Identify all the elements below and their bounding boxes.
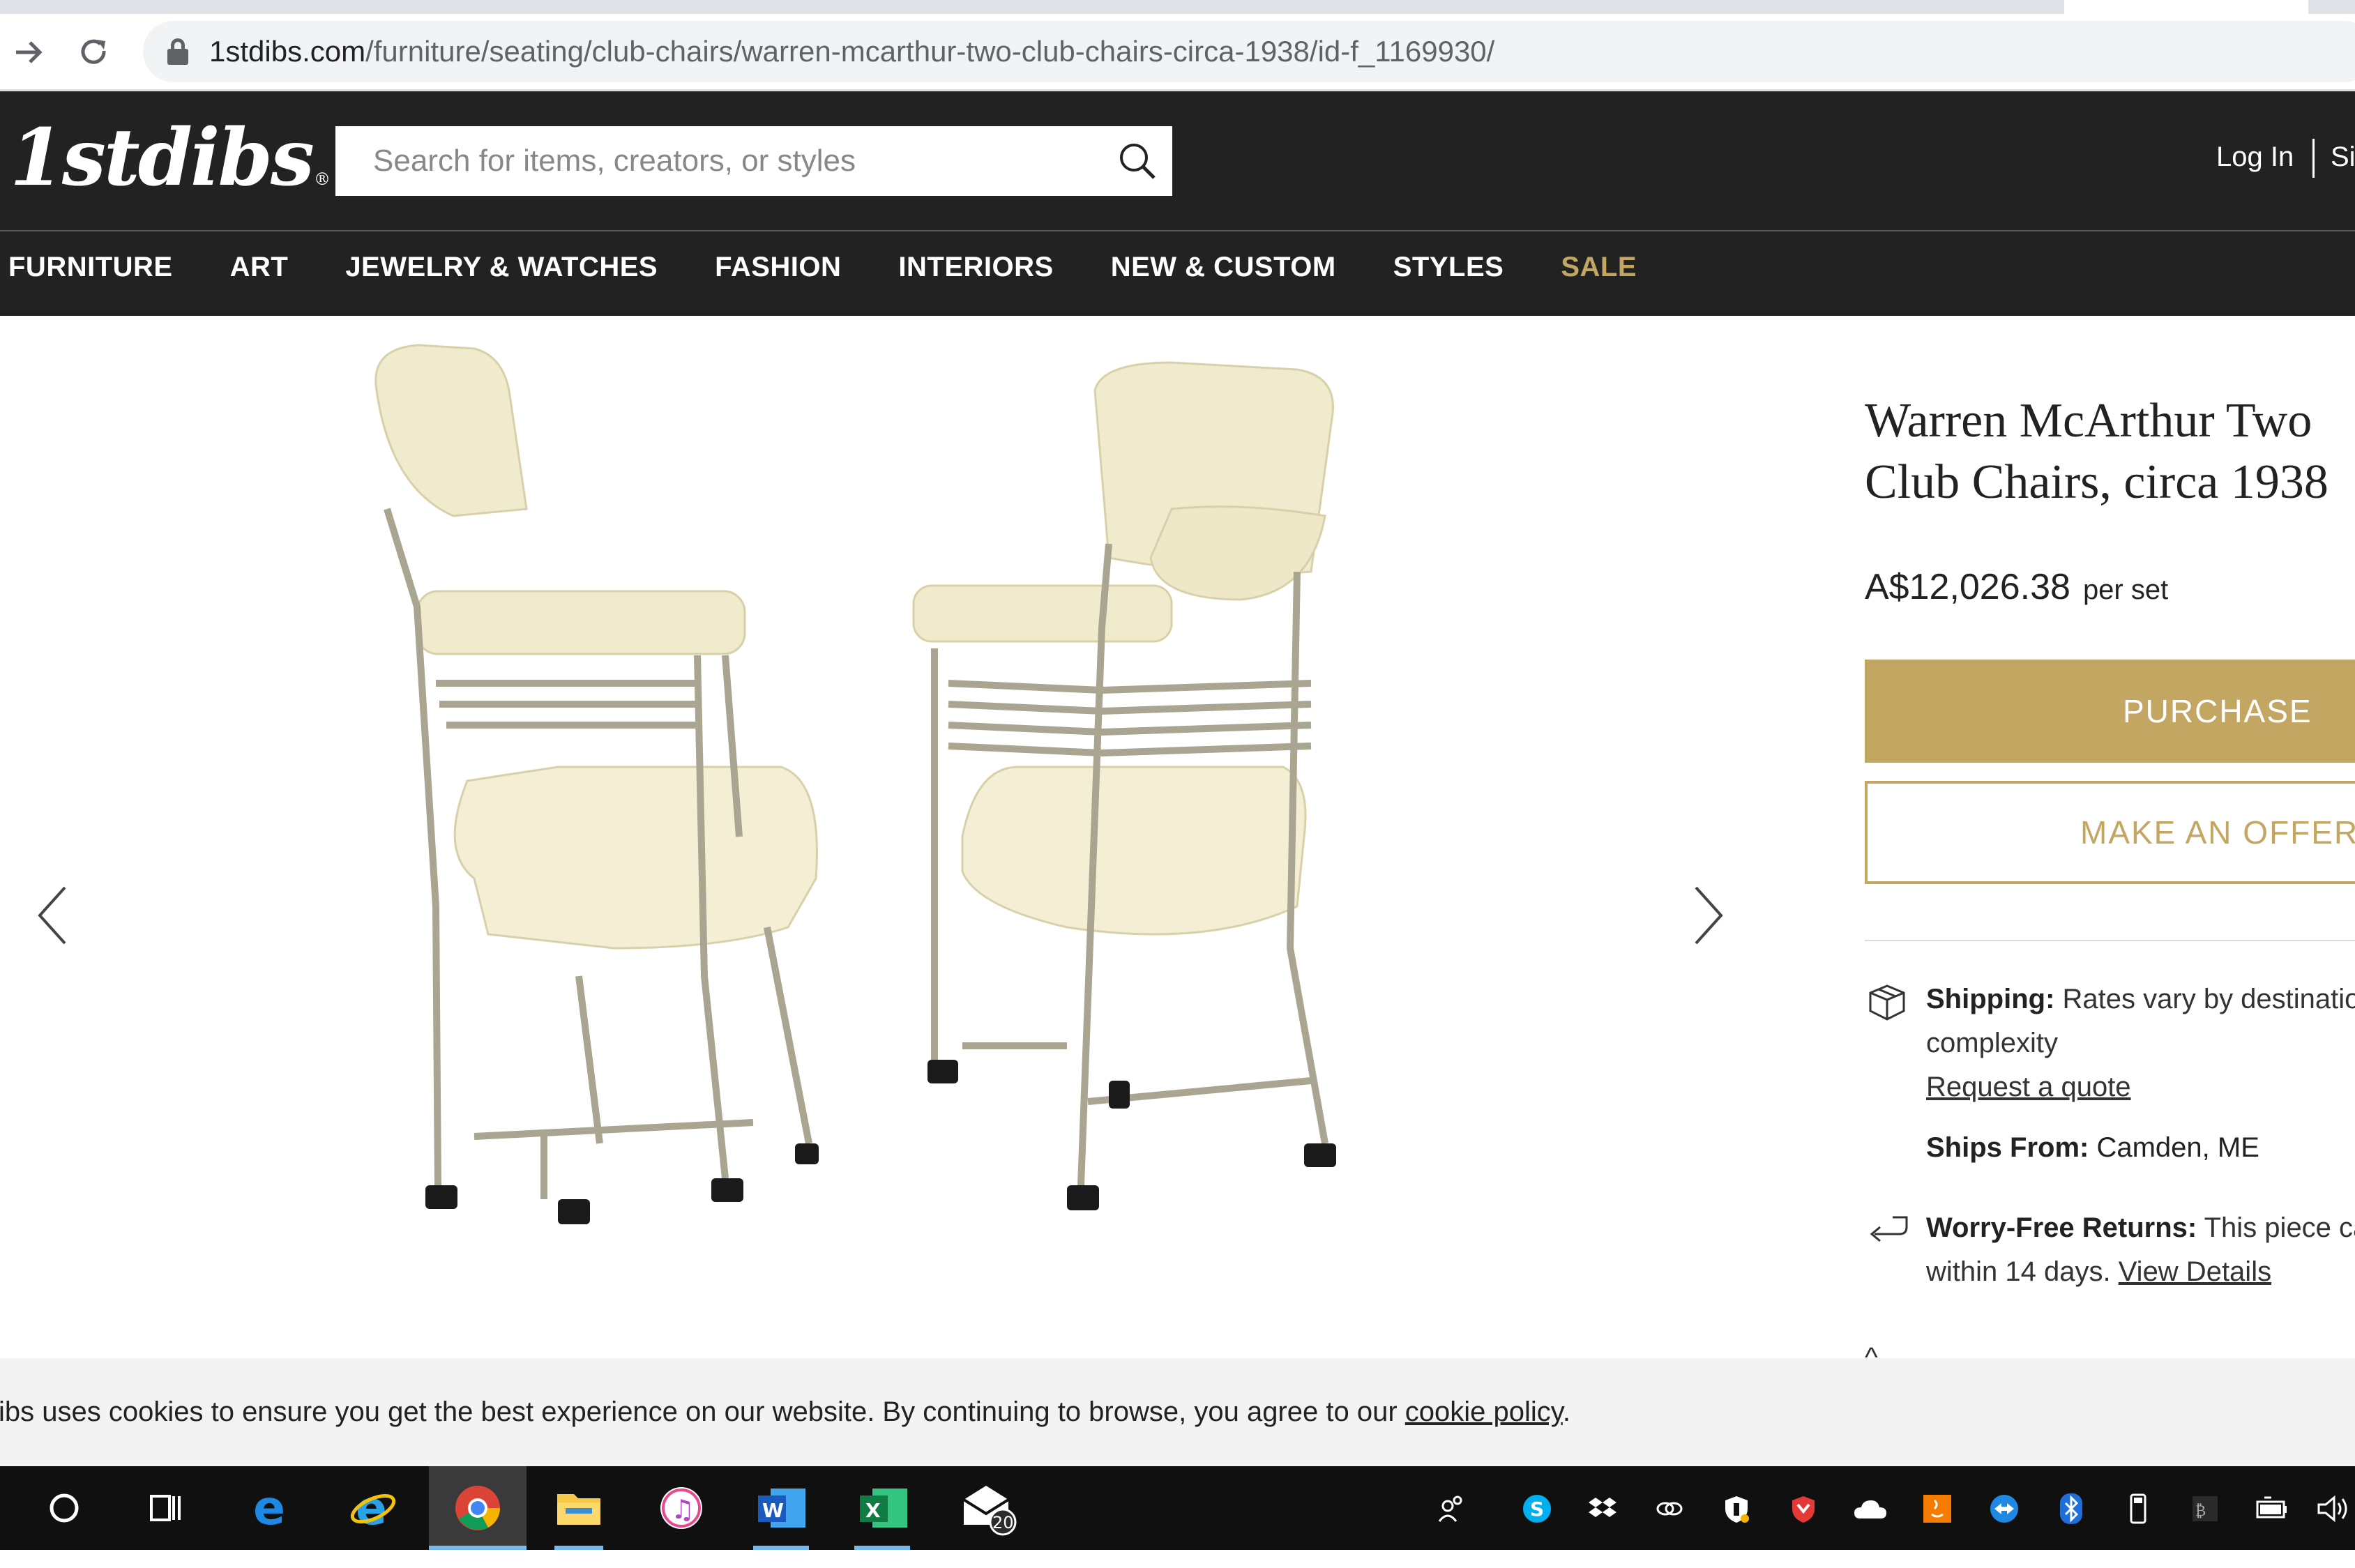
returns-info: Worry-Free Returns: This piece ca within… — [1865, 1206, 2355, 1294]
url-domain: 1stdibs.com — [209, 35, 366, 68]
teamviewer-icon[interactable] — [1986, 1491, 2022, 1527]
cookie-text: ibs uses cookies to ensure you get the b… — [0, 1396, 1570, 1428]
return-arrow-icon — [1870, 1216, 1908, 1242]
dropbox-icon[interactable] — [1584, 1491, 1621, 1527]
tab-strip-right — [2308, 0, 2355, 14]
link-sync-icon[interactable] — [1651, 1491, 1688, 1527]
url-path: /furniture/seating/club-chairs/warren-mc… — [365, 35, 1495, 68]
svg-text:X: X — [865, 1499, 881, 1522]
ships-from-label: Ships From: — [1926, 1132, 2089, 1163]
header-separator — [2312, 139, 2315, 178]
svg-text:e: e — [356, 1484, 387, 1532]
next-image-arrow-icon[interactable] — [1688, 881, 1729, 950]
itunes-icon[interactable]: ♫ — [653, 1480, 709, 1536]
address-bar[interactable]: 1stdibs.com/furniture/seating/club-chair… — [143, 21, 2355, 82]
mail-badge-count: 20 — [992, 1513, 1014, 1532]
battery-icon[interactable] — [2254, 1491, 2290, 1527]
onedrive-icon[interactable] — [1852, 1491, 1888, 1527]
svg-text:W: W — [762, 1499, 784, 1522]
skype-icon[interactable]: S — [1519, 1491, 1555, 1527]
product-title-line1: Warren McArthur Two — [1865, 394, 2312, 448]
product-image[interactable] — [335, 279, 1423, 1269]
svg-text:♫: ♫ — [671, 1494, 695, 1525]
volume-icon[interactable] — [2315, 1491, 2352, 1527]
svg-text:S: S — [1530, 1498, 1544, 1521]
cookie-message: ibs uses cookies to ensure you get the b… — [0, 1396, 1398, 1427]
logo-registered-mark: ® — [313, 169, 331, 189]
cortana-icon[interactable] — [36, 1480, 92, 1536]
chrome-icon[interactable] — [450, 1480, 506, 1536]
security-shield-icon[interactable] — [1718, 1491, 1755, 1527]
login-link[interactable]: Log In — [2216, 142, 2294, 173]
cookie-end: . — [1562, 1396, 1570, 1427]
windows-taskbar: e e ♫ W X 20 S ₿ — [0, 1466, 2355, 1550]
left-chair — [374, 344, 819, 1224]
internet-explorer-icon[interactable]: e — [345, 1480, 401, 1536]
nav-item-sale[interactable]: SALE — [1561, 252, 1637, 283]
language-icon[interactable]: ₿ — [2187, 1491, 2223, 1527]
reload-icon[interactable] — [70, 28, 119, 77]
search-box[interactable] — [335, 126, 1172, 196]
ships-from-value: Camden, ME — [2096, 1132, 2259, 1163]
site-logo[interactable]: 1stdibs® — [10, 112, 331, 204]
make-offer-button[interactable]: MAKE AN OFFER — [1865, 781, 2355, 884]
bluetooth-icon[interactable] — [2053, 1491, 2089, 1527]
cookie-banner: ibs uses cookies to ensure you get the b… — [0, 1358, 2355, 1466]
url-text[interactable]: 1stdibs.com/furniture/seating/club-chair… — [209, 35, 1494, 68]
returns-text-2: within 14 days. — [1926, 1256, 2111, 1287]
bottom-strip — [0, 1550, 2355, 1568]
product-info-panel: Warren McArthur Two Club Chairs, circa 1… — [1865, 390, 2355, 1294]
browser-toolbar: 1stdibs.com/furniture/seating/club-chair… — [0, 0, 2355, 91]
search-icon[interactable] — [1116, 140, 1158, 182]
header-divider — [0, 230, 2355, 231]
antivirus-icon[interactable] — [1785, 1491, 1822, 1527]
product-price: A$12,026.38 — [1865, 567, 2070, 607]
java-update-icon[interactable] — [1919, 1491, 1955, 1527]
ships-from: Ships From: Camden, ME — [1865, 1126, 2355, 1170]
file-explorer-icon[interactable] — [551, 1480, 607, 1536]
product-title-line2: Club Chairs, circa 1938 — [1865, 455, 2329, 509]
returns-text: This piece ca — [2204, 1212, 2355, 1243]
request-quote-link[interactable]: Request a quote — [1926, 1065, 2355, 1109]
panel-divider — [1865, 940, 2355, 941]
price-row: A$12,026.38 per set — [1865, 566, 2355, 608]
mail-icon[interactable]: 20 — [961, 1480, 1017, 1536]
shipping-text: Rates vary by destinatio — [2062, 984, 2355, 1014]
excel-icon[interactable]: X — [856, 1480, 912, 1536]
svg-text:₿: ₿ — [2195, 1502, 2206, 1520]
shipping-info: Shipping: Rates vary by destinatio compl… — [1865, 977, 2355, 1109]
cookie-policy-link[interactable]: cookie policy — [1405, 1396, 1563, 1427]
right-chair — [912, 361, 1336, 1210]
returns-label: Worry-Free Returns: — [1926, 1212, 2197, 1243]
task-view-icon[interactable] — [137, 1480, 192, 1536]
shipping-label: Shipping: — [1926, 984, 2055, 1014]
svg-text:e: e — [253, 1484, 285, 1532]
view-details-link[interactable]: View Details — [2119, 1256, 2271, 1287]
word-icon[interactable]: W — [755, 1480, 810, 1536]
logo-text: 1stdibs — [10, 112, 315, 204]
signup-link[interactable]: Si — [2331, 142, 2355, 173]
edge-icon[interactable]: e — [244, 1480, 300, 1536]
nav-item-furniture[interactable]: FURNITURE — [8, 252, 173, 283]
lock-icon[interactable] — [167, 38, 188, 65]
box-icon — [1869, 984, 1905, 1021]
people-icon[interactable] — [1434, 1491, 1470, 1527]
shipping-text-2: complexity — [1926, 1028, 2058, 1058]
search-input[interactable] — [373, 144, 1084, 178]
product-title: Warren McArthur Two Club Chairs, circa 1… — [1865, 390, 2355, 513]
nav-item-art[interactable]: ART — [230, 252, 289, 283]
usb-device-icon[interactable] — [2120, 1491, 2156, 1527]
purchase-button[interactable]: PURCHASE — [1865, 660, 2355, 763]
forward-icon[interactable] — [4, 28, 53, 77]
price-unit: per set — [2082, 574, 2169, 605]
prev-image-arrow-icon[interactable] — [31, 881, 73, 950]
tab-strip — [0, 0, 2064, 14]
